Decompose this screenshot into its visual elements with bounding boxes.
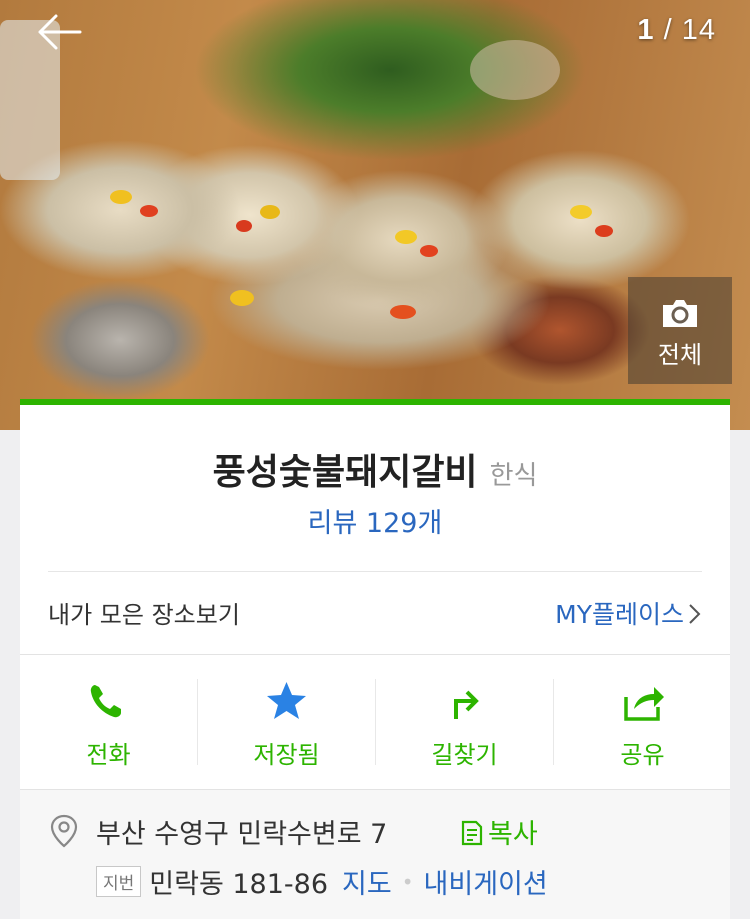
photo-decoration (470, 40, 560, 100)
photo-counter: 1 / 14 (637, 14, 716, 47)
copy-icon (461, 820, 483, 846)
camera-icon (663, 300, 697, 327)
photo-counter-separator: / (654, 14, 682, 46)
photo-counter-total: 14 (681, 14, 716, 46)
directions-label: 길찾기 (431, 741, 498, 769)
separator-dot: • (401, 869, 414, 894)
photo-decoration (236, 220, 252, 232)
address-section: 부산 수영구 민락수변로 7 복사 지번 민락동 181-86 지도 • 내비게이션 (20, 790, 730, 919)
photo-decoration (570, 205, 592, 219)
photo-decoration (395, 230, 417, 244)
share-icon (624, 687, 664, 721)
photo-counter-current: 1 (637, 14, 655, 46)
myplace-link-label: MY플레이스 (555, 600, 684, 629)
share-button[interactable]: 공유 (554, 655, 731, 789)
star-icon (267, 682, 306, 719)
place-name: 풍성숯불돼지갈비 (212, 452, 478, 493)
chevron-right-icon (689, 604, 701, 624)
view-all-photos-button[interactable]: 전체 (628, 277, 732, 384)
place-category: 한식 (489, 461, 538, 491)
jibun-address: 민락동 181-86 (149, 869, 329, 900)
place-photo[interactable]: 1 / 14 전체 (0, 0, 750, 430)
action-bar: 전화 저장됨 길찾기 공유 (20, 655, 730, 789)
title-row: 풍성숯불돼지갈비 한식 (20, 443, 730, 495)
photo-decoration (420, 245, 438, 257)
back-button[interactable] (36, 12, 82, 52)
photo-decoration (595, 225, 613, 237)
arrow-left-icon (38, 14, 82, 50)
directions-icon (454, 690, 479, 719)
myplace-link[interactable]: MY플레이스 (555, 595, 702, 631)
road-address: 부산 수영구 민락수변로 7 (96, 819, 388, 850)
directions-button[interactable]: 길찾기 (376, 655, 553, 789)
jibun-badge: 지번 (96, 866, 142, 897)
copy-label: 복사 (488, 819, 538, 850)
save-button[interactable]: 저장됨 (198, 655, 375, 789)
copy-address-button[interactable]: 복사 (460, 812, 538, 851)
location-pin-icon (50, 814, 78, 848)
photo-decoration (260, 205, 280, 219)
call-button[interactable]: 전화 (20, 655, 197, 789)
photo-decoration (390, 305, 416, 319)
phone-icon (90, 685, 121, 718)
myplace-row[interactable]: 내가 모은 장소보기 MY플레이스 (48, 595, 702, 629)
place-card: 풍성숯불돼지갈비 한식 리뷰 129개 내가 모은 장소보기 MY플레이스 전화 … (20, 399, 730, 919)
call-label: 전화 (86, 741, 131, 769)
navigation-link[interactable]: 내비게이션 (424, 869, 548, 900)
review-count-link[interactable]: 리뷰 129개 (20, 501, 730, 540)
share-label: 공유 (620, 741, 665, 769)
save-label: 저장됨 (253, 741, 320, 769)
view-all-photos-label: 전체 (657, 341, 703, 369)
photo-decoration (230, 290, 254, 306)
photo-decoration (110, 190, 132, 204)
divider (48, 571, 702, 572)
map-link[interactable]: 지도 (342, 869, 392, 900)
myplace-text: 내가 모은 장소보기 (48, 601, 240, 629)
jibun-address-row: 지번 민락동 181-86 지도 • 내비게이션 (96, 862, 548, 900)
photo-decoration (140, 205, 158, 217)
